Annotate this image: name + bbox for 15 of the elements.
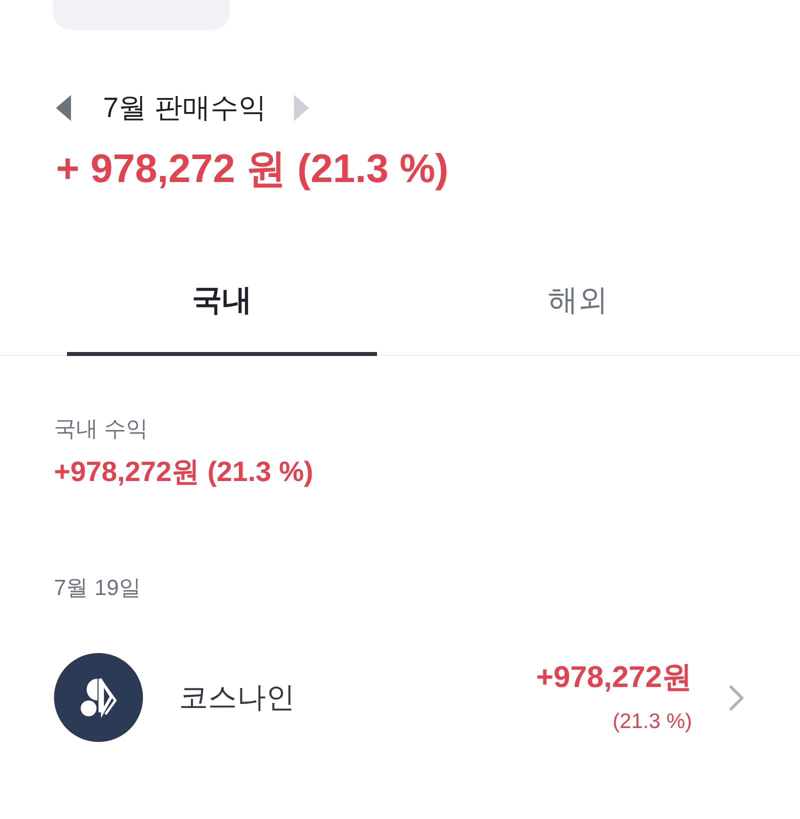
total-profit: + 978,272 원 (21.3 %) bbox=[56, 146, 450, 193]
date-heading: 7월 19일 bbox=[54, 574, 142, 602]
summary-amount: +978,272원 (21.3 %) bbox=[54, 455, 314, 489]
left-triangle-icon bbox=[56, 95, 71, 121]
profit-amount: +978,272원 bbox=[536, 660, 692, 696]
profit-rate: (21.3 %) bbox=[612, 709, 692, 735]
stock-name: 코스나인 bbox=[179, 680, 296, 716]
month-title: 7월 판매수익 bbox=[103, 91, 266, 125]
tab[interactable]: 국내 bbox=[67, 249, 377, 356]
previous-month-button[interactable] bbox=[56, 95, 71, 121]
chevron-right-icon[interactable] bbox=[729, 684, 745, 710]
right-triangle-icon bbox=[294, 95, 310, 121]
company-logo-icon bbox=[54, 653, 143, 742]
tab[interactable]: 해외 bbox=[423, 249, 733, 356]
summary-label: 국내 수익 bbox=[54, 415, 150, 443]
